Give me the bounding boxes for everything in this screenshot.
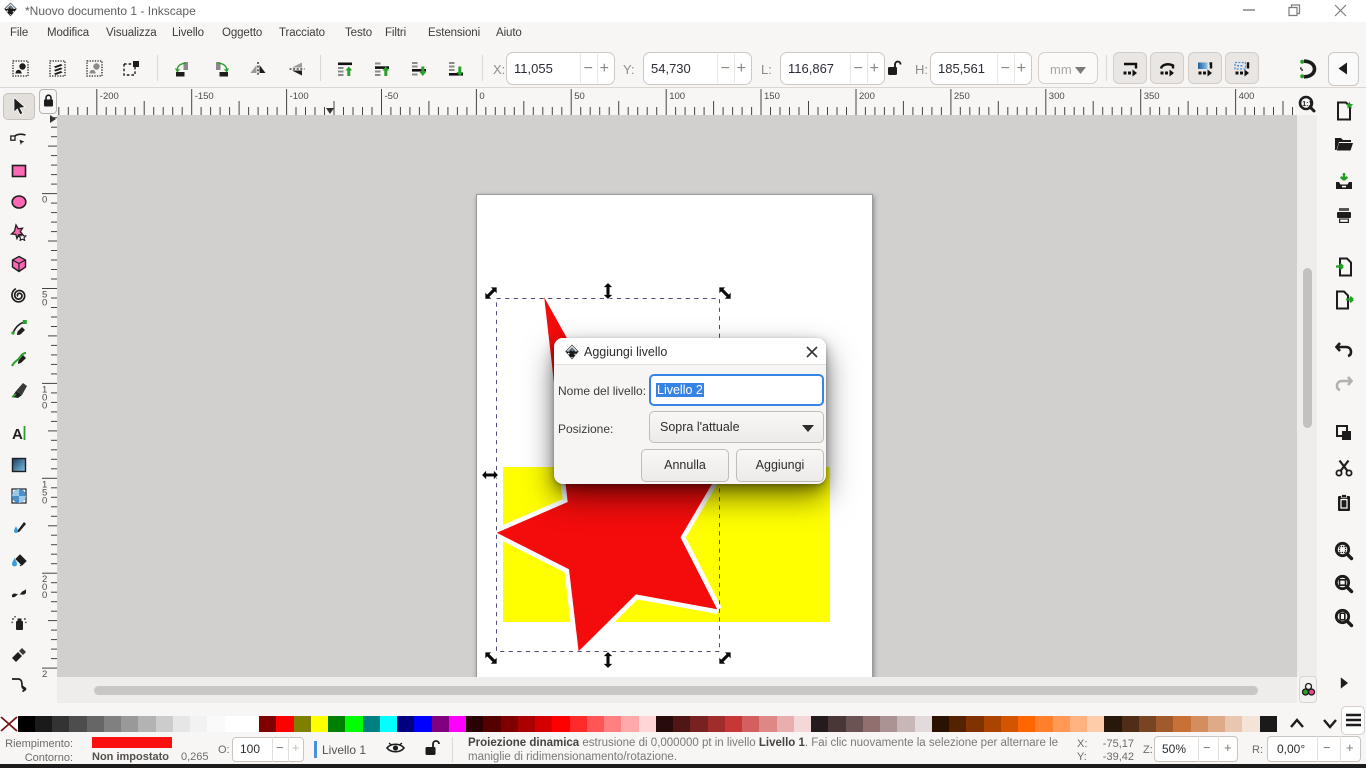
svg-text:300: 300: [1049, 91, 1065, 102]
svg-text:-100: -100: [290, 91, 309, 102]
svg-text:50: 50: [574, 91, 585, 102]
svg-text:0: 0: [42, 400, 47, 411]
svg-text:250: 250: [954, 91, 970, 102]
svg-text:0: 0: [42, 590, 47, 601]
svg-text:1:1: 1:1: [1302, 101, 1312, 108]
svg-text:0: 0: [42, 195, 47, 206]
svg-text:0: 0: [42, 495, 47, 506]
svg-text:0: 0: [479, 91, 484, 102]
svg-text:-150: -150: [195, 91, 214, 102]
svg-text:350: 350: [1144, 91, 1160, 102]
svg-text:2: 2: [42, 669, 47, 677]
svg-text:100: 100: [669, 91, 685, 102]
svg-text:A: A: [12, 426, 23, 442]
svg-text:200: 200: [859, 91, 875, 102]
svg-text:-200: -200: [100, 91, 119, 102]
svg-text:150: 150: [764, 91, 780, 102]
svg-text:0: 0: [42, 298, 47, 309]
svg-text:-50: -50: [385, 91, 399, 102]
svg-text:400: 400: [1239, 91, 1255, 102]
